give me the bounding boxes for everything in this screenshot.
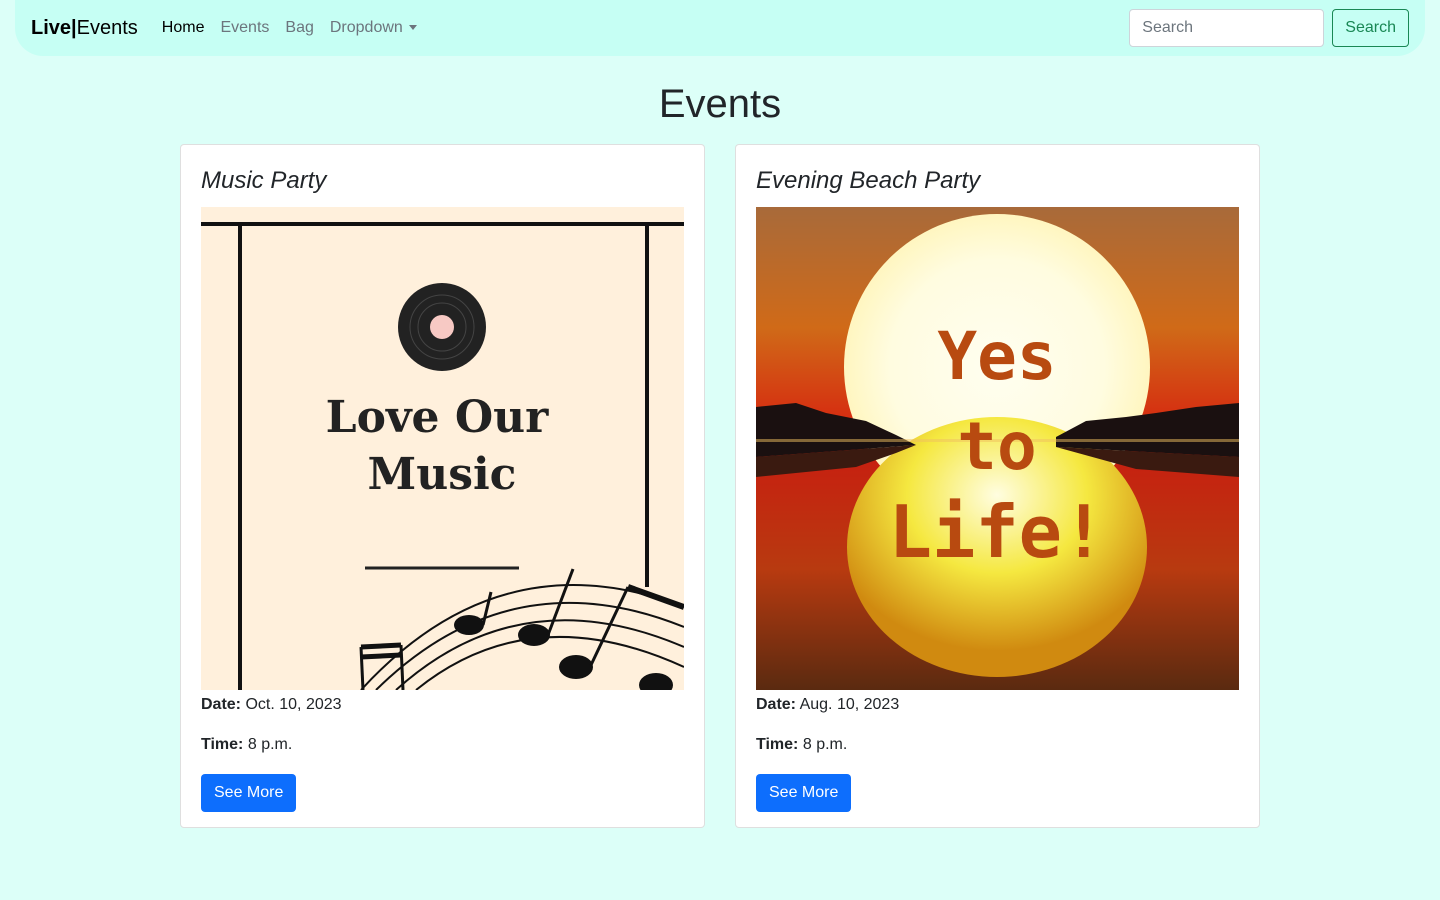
- image-text-line1: Love Our: [326, 392, 549, 443]
- date-value: Aug. 10, 2023: [799, 696, 900, 713]
- nav-home-link[interactable]: Home: [162, 19, 205, 37]
- nav-bag-link[interactable]: Bag: [285, 19, 313, 37]
- image-text-line1: Yes: [937, 318, 1056, 395]
- nav-dropdown-toggle[interactable]: Dropdown: [330, 19, 417, 37]
- time-value: 8 p.m.: [802, 736, 848, 753]
- event-date: Date: Aug. 10, 2023: [756, 696, 1239, 714]
- image-text-line3: Life!: [889, 490, 1106, 574]
- brand-bold: Live|: [31, 16, 77, 39]
- date-label: Date:: [756, 696, 797, 713]
- navbar: Live|Events Home Events Bag Dropdown Sea…: [15, 0, 1425, 56]
- search-button[interactable]: Search: [1332, 9, 1409, 47]
- nav-events-link[interactable]: Events: [220, 19, 269, 37]
- time-label: Time:: [201, 736, 244, 753]
- date-value: Oct. 10, 2023: [245, 696, 342, 713]
- search-form: Search: [1129, 9, 1409, 47]
- search-input[interactable]: [1129, 9, 1325, 47]
- date-label: Date:: [201, 696, 242, 713]
- chevron-down-icon: [408, 25, 417, 31]
- see-more-button[interactable]: See More: [756, 774, 852, 812]
- dropdown-label: Dropdown: [329, 19, 403, 36]
- see-more-button[interactable]: See More: [201, 774, 297, 812]
- time-value: 8 p.m.: [247, 736, 293, 753]
- event-date: Date: Oct. 10, 2023: [201, 696, 684, 714]
- card-title: Music Party: [201, 167, 327, 194]
- event-card: Music Party Love Our Music Date: Oct. 10…: [180, 144, 705, 828]
- event-time: Time: 8 p.m.: [201, 736, 684, 754]
- card-title: Evening Beach Party: [756, 167, 981, 194]
- time-label: Time:: [756, 736, 799, 753]
- page-title: Events: [658, 82, 782, 126]
- beach-party-image: Yes to Life!: [756, 207, 1239, 690]
- image-text-line2: to: [957, 408, 1036, 485]
- music-party-image: Love Our Music: [201, 207, 684, 690]
- brand-logo[interactable]: Live|Events: [31, 17, 138, 40]
- image-text-line2: Music: [368, 449, 517, 500]
- event-time: Time: 8 p.m.: [756, 736, 1239, 754]
- brand-rest: Events: [76, 16, 138, 39]
- event-card: Evening Beach Party Yes to Life! Date: A…: [735, 144, 1260, 828]
